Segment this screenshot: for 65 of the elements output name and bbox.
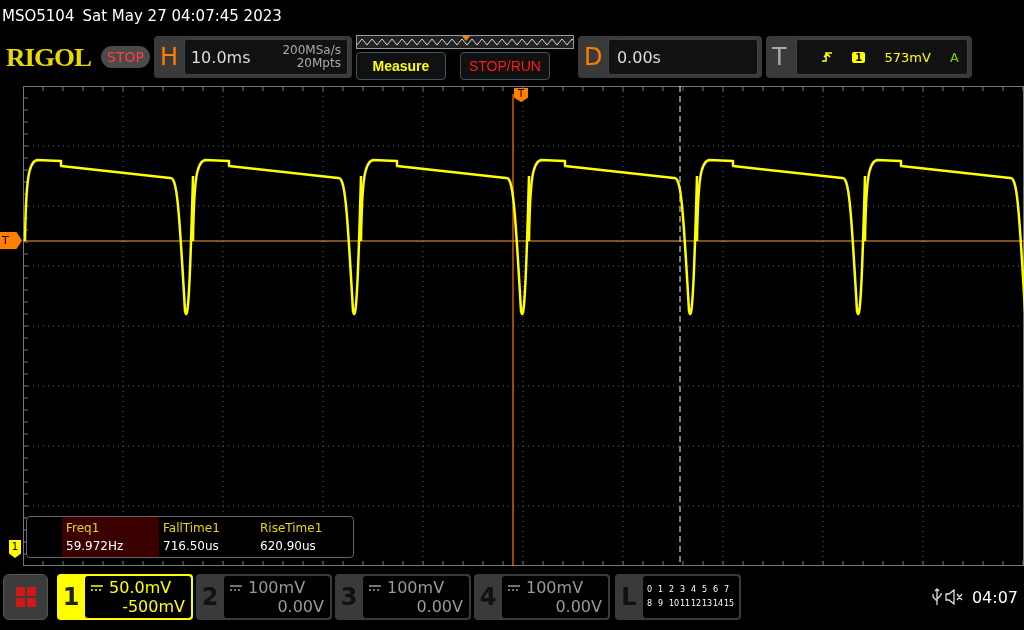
logic-channel-number: 11 xyxy=(680,598,691,610)
usb-icon[interactable] xyxy=(931,588,942,606)
horizontal-label: H xyxy=(159,43,179,71)
time-position-marker[interactable]: T xyxy=(514,88,528,102)
model-name: MSO5104 xyxy=(2,7,75,25)
trigger-panel[interactable]: T 1 573mV A xyxy=(765,36,972,78)
logic-channel-number: 13 xyxy=(702,598,713,610)
logic-channel-number: 6 xyxy=(713,584,720,596)
channel-offset: 0.00V xyxy=(415,597,463,616)
measurement-name: RiseTime1 xyxy=(260,521,324,535)
measurement-name: Freq1 xyxy=(66,521,101,535)
logic-channel-number: 14 xyxy=(713,598,724,610)
logic-channel-number: 15 xyxy=(724,598,735,610)
date-time: Sat May 27 04:07:45 2023 xyxy=(82,7,282,25)
measurement-item[interactable]: FallTime1 716.50us xyxy=(159,517,256,557)
measurement-item[interactable]: RiseTime1 620.90us xyxy=(256,517,353,557)
logic-channel-number: 1 xyxy=(658,584,665,596)
trigger-source-badge: 1 xyxy=(852,51,866,63)
logic-channel-number: 5 xyxy=(702,584,709,596)
trigger-mode: A xyxy=(950,49,959,65)
logic-channel-number: 9 xyxy=(658,598,665,610)
logic-channel-number: 10 xyxy=(669,598,680,610)
rigol-logo: RIGOL xyxy=(6,42,92,72)
channel-offset-marker[interactable]: 1 xyxy=(9,540,21,558)
channel-panel[interactable]: 1 50.0mV -500mV xyxy=(57,574,193,620)
trigger-level: 573mV xyxy=(884,49,931,65)
measurement-value: 620.90us xyxy=(260,539,317,553)
channel-scale: 100mV xyxy=(248,578,306,597)
channel-offset: 0.00V xyxy=(276,597,324,616)
horizontal-panel[interactable]: H 10.0ms 200MSa/s 20Mpts xyxy=(153,36,352,78)
timebase-value: 10.0ms xyxy=(190,47,251,67)
speaker-muted-icon[interactable] xyxy=(944,589,965,605)
delay-panel[interactable]: D 0.00s xyxy=(577,36,762,78)
trigger-level-marker[interactable]: T xyxy=(0,232,22,249)
dc-coupling-icon xyxy=(91,584,103,591)
measurement-name: FallTime1 xyxy=(163,521,221,535)
trigger-label: T xyxy=(771,43,788,71)
channel-scale: 50.0mV xyxy=(109,578,172,597)
channel-scale: 100mV xyxy=(387,578,445,597)
grid-menu-icon xyxy=(15,587,36,607)
logic-channel-number: 4 xyxy=(691,584,698,596)
channel-number: 1 xyxy=(61,582,81,613)
measure-button[interactable]: Measure xyxy=(355,51,446,80)
sample-rate: 200MSa/s xyxy=(282,44,341,57)
measurement-value: 59.972Hz xyxy=(66,539,125,553)
logic-channel-number: 12 xyxy=(691,598,702,610)
stop-run-button[interactable]: STOP/RUN xyxy=(459,51,550,80)
channel-offset: -500mV xyxy=(121,597,185,616)
logic-channel-number: 8 xyxy=(647,598,654,610)
memory-depth: 20Mpts xyxy=(296,57,341,70)
logic-channel-number: 7 xyxy=(724,584,731,596)
measurement-item[interactable]: Freq1 59.972Hz xyxy=(62,517,159,557)
delay-value: 0.00s xyxy=(616,47,661,67)
clock-time: 04:07 xyxy=(971,587,1018,607)
dc-coupling-icon xyxy=(369,584,381,591)
channel-offset: 0.00V xyxy=(554,597,602,616)
dc-coupling-icon xyxy=(230,584,242,591)
channel-scale: 100mV xyxy=(526,578,584,597)
delay-label: D xyxy=(583,43,604,71)
logic-channel-number: 3 xyxy=(680,584,687,596)
measurement-value: 716.50us xyxy=(163,539,220,553)
logic-channel-number: 2 xyxy=(669,584,676,596)
dc-coupling-icon xyxy=(508,584,520,591)
logic-channel-number: 0 xyxy=(647,584,654,596)
rising-edge-icon xyxy=(820,51,833,63)
